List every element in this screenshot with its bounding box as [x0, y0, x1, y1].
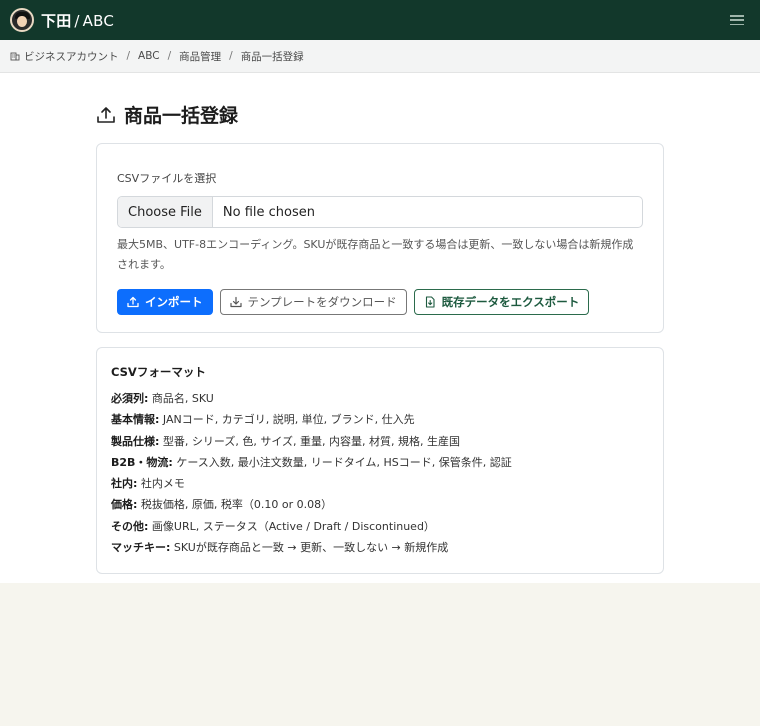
- breadcrumb-current: 商品一括登録: [240, 50, 304, 63]
- breadcrumb-separator: /: [126, 50, 131, 62]
- content-container: 商品一括登録 CSVファイルを選択 Choose File No file ch…: [96, 101, 664, 574]
- hamburger-menu-icon[interactable]: [730, 15, 744, 25]
- upload-icon: [127, 296, 139, 308]
- upload-help-text: 最大5MB、UTF-8エンコーディング。SKUが既存商品と一致する場合は更新、一…: [117, 238, 634, 271]
- file-status-text: No file chosen: [222, 204, 315, 220]
- csv-file-label: CSVファイルを選択: [117, 172, 217, 185]
- csv-file-input[interactable]: Choose File No file chosen: [117, 196, 643, 228]
- export-existing-button[interactable]: 既存データをエクスポート: [413, 289, 590, 315]
- choose-file-button[interactable]: Choose File: [118, 197, 213, 227]
- download-template-label: テンプレートをダウンロード: [247, 295, 397, 309]
- breadcrumb-org[interactable]: ABC: [138, 50, 160, 62]
- navbar-brand[interactable]: 下田 / ABC: [41, 10, 114, 31]
- export-existing-label: 既存データをエクスポート: [441, 295, 580, 309]
- org-name: ABC: [82, 11, 115, 30]
- breadcrumb-business-account[interactable]: ビジネスアカウント: [24, 49, 119, 64]
- import-button-label: インポート: [145, 295, 203, 309]
- format-required: 必須列: 商品名, SKU: [111, 392, 214, 405]
- download-template-button[interactable]: テンプレートをダウンロード: [219, 289, 407, 315]
- upload-icon: [97, 106, 115, 123]
- format-match-key: マッチキー: SKUが既存商品と一致 → 更新、一致しない → 新規作成: [111, 541, 449, 555]
- breadcrumb-product-management[interactable]: 商品管理: [179, 49, 221, 64]
- page-title: 商品一括登録: [96, 101, 664, 128]
- format-b2b-logistics: B2B・物流: ケース入数, 最小注文数量, リードタイム, HSコード, 保管…: [111, 455, 512, 469]
- page-background: [0, 583, 760, 726]
- file-download-icon: [425, 296, 435, 308]
- breadcrumb: ビジネスアカウント / ABC / 商品管理 / 商品一括登録: [0, 40, 760, 73]
- format-other: その他: 画像URL, ステータス（Active / Draft / Disco…: [111, 519, 435, 533]
- user-avatar[interactable]: [10, 8, 34, 32]
- top-navbar: 下田 / ABC: [0, 0, 760, 40]
- brand-separator: /: [74, 11, 80, 30]
- breadcrumb-separator: /: [167, 50, 172, 62]
- csv-format-card: CSVフォーマット 必須列: 商品名, SKU 基本情報: JANコード, カテ…: [96, 347, 664, 574]
- format-price: 価格: 税抜価格, 原価, 税率（0.10 or 0.08）: [111, 498, 333, 512]
- user-name: 下田: [41, 11, 72, 30]
- format-internal: 社内: 社内メモ: [111, 477, 185, 491]
- action-buttons: インポート テンプレートをダウンロード 既存データをエクスポート: [117, 289, 643, 315]
- format-basic-info: 基本情報: JANコード, カテゴリ, 説明, 単位, ブランド, 仕入先: [111, 413, 415, 427]
- page-title-text: 商品一括登録: [124, 105, 239, 127]
- upload-card: CSVファイルを選択 Choose File No file chosen 最大…: [96, 143, 664, 333]
- breadcrumb-separator: /: [229, 50, 233, 62]
- import-button[interactable]: インポート: [117, 289, 213, 315]
- main-content: 商品一括登録 CSVファイルを選択 Choose File No file ch…: [0, 73, 760, 583]
- csv-format-title: CSVフォーマット: [111, 365, 206, 379]
- download-icon: [229, 296, 242, 308]
- building-icon: [10, 52, 20, 61]
- format-specs: 製品仕様: 型番, シリーズ, 色, サイズ, 重量, 内容量, 材質, 規格,…: [111, 434, 460, 448]
